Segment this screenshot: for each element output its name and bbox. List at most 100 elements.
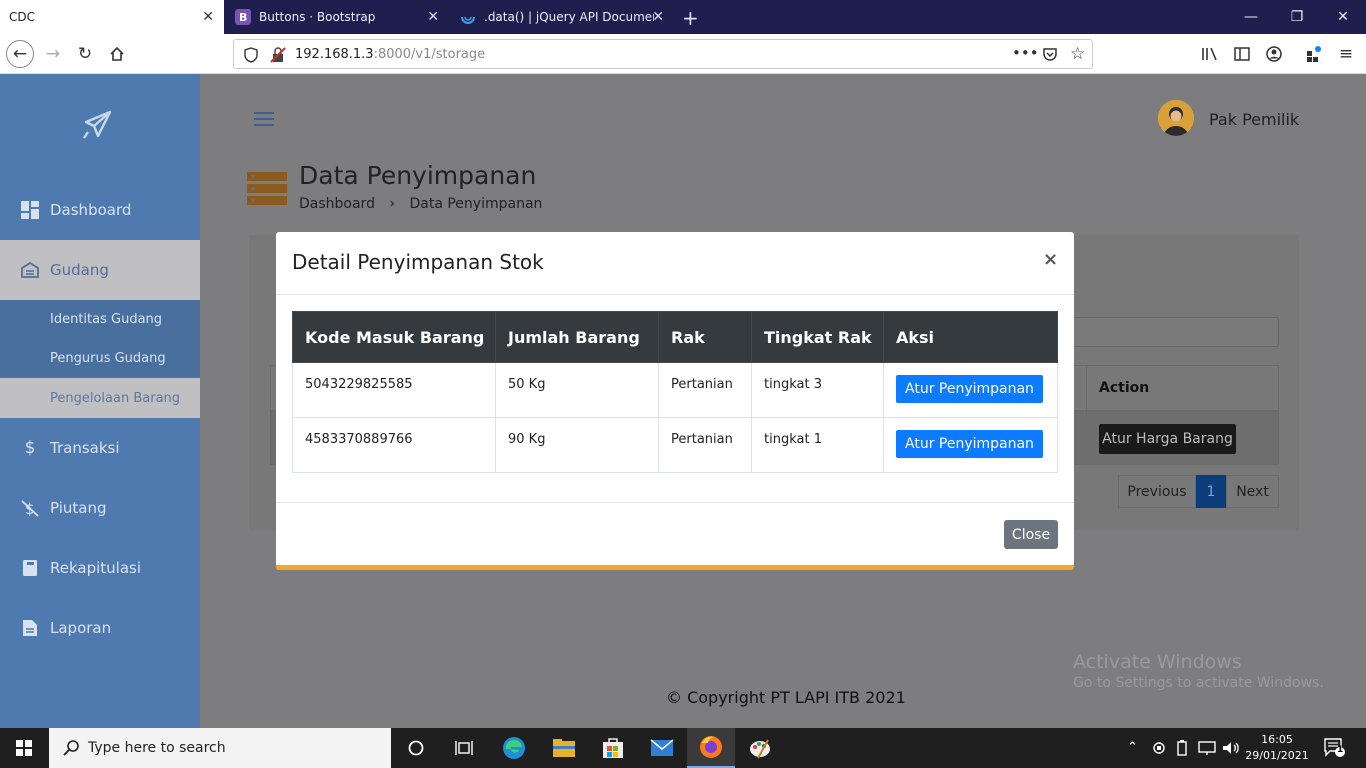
table-header-row: Kode Masuk Barang Jumlah Barang Rak Ting… [292,311,1058,363]
modal-close-icon[interactable]: × [1043,249,1058,270]
copyright: © Copyright PT LAPI ITB 2021 [666,688,906,707]
minimize-icon[interactable]: — [1228,0,1274,34]
column-divider [1086,365,1087,465]
column-header: Aksi [883,311,1058,363]
tab-bootstrap[interactable]: B Buttons · Bootstrap ✕ [225,0,449,34]
page-title: Data Penyimpanan [299,161,537,190]
network-status-icon[interactable] [1152,740,1166,756]
submenu-item-pengurus-gudang[interactable]: Pengurus Gudang [50,351,166,366]
table-row: 5043229825585 50 Kg Pertanian tingkat 3 … [292,362,1058,418]
clock-time: 16:05 [1261,733,1293,746]
dashboard-icon [20,200,40,220]
column-header-action: Action [1099,380,1150,396]
new-tab-icon[interactable]: + [682,6,699,30]
sidebar-item-label: Rekapitulasi [50,559,142,577]
account-icon[interactable] [1263,43,1285,65]
stock-detail-table: Kode Masuk Barang Jumlah Barang Rak Ting… [292,311,1058,473]
manage-storage-button[interactable]: Atur Penyimpanan [896,430,1043,458]
close-tab-icon[interactable]: ✕ [427,9,439,25]
restore-icon[interactable]: ❐ [1274,0,1320,34]
submenu-item-pengelolaan-barang[interactable]: Pengelolaan Barang [50,391,180,406]
browser-nav-bar: ← → ↻ 192.168.1.3:8000/v1/storage ••• ☆ … [0,34,1366,74]
notifications-icon[interactable]: 1 [1324,738,1346,758]
notification-count: 1 [1337,745,1344,755]
manage-storage-button[interactable]: Atur Penyimpanan [896,375,1043,403]
display-icon[interactable] [1198,740,1216,756]
window-close-icon[interactable]: ✕ [1320,0,1366,34]
extensions-icon[interactable] [1303,43,1325,65]
menu-icon[interactable]: ≡ [1335,43,1357,65]
sidebar-toggle-icon[interactable] [1231,43,1253,65]
battery-icon[interactable] [1176,740,1188,756]
edge-icon[interactable] [490,728,538,768]
close-button[interactable]: Close [1004,520,1058,549]
activate-windows-watermark: Activate Windows Go to Settings to activ… [1073,651,1324,691]
home-icon[interactable] [106,43,128,65]
rocket-logo-icon[interactable] [80,108,116,144]
submenu-item-identitas-gudang[interactable]: Identitas Gudang [50,312,162,327]
windows-start-icon[interactable] [0,728,48,768]
pocket-icon[interactable] [1042,46,1058,62]
taskbar-search-input[interactable]: Type here to search [49,728,391,768]
url-text: 192.168.1.3:8000/v1/storage [295,47,486,62]
watermark-subtitle: Go to Settings to activate Windows. [1073,675,1324,691]
cortana-icon[interactable] [392,728,440,768]
hamburger-menu-icon[interactable] [254,112,274,130]
more-actions-icon[interactable]: ••• [1012,44,1039,62]
back-icon[interactable]: ← [6,40,34,68]
search-input[interactable] [1057,317,1279,347]
sidebar-item-laporan[interactable]: Laporan [0,598,200,658]
insecure-lock-icon[interactable] [270,47,286,63]
taskbar-clock[interactable]: 16:05 29/01/2021 [1244,732,1310,764]
task-view-icon[interactable] [440,728,488,768]
file-explorer-icon[interactable] [540,728,588,768]
paint-icon[interactable] [736,728,784,768]
tab-title: CDC [9,10,35,24]
microsoft-store-icon[interactable] [589,728,637,768]
column-header: Jumlah Barang [495,311,659,363]
pagination-page[interactable]: 1 [1196,475,1226,508]
volume-icon[interactable] [1222,740,1240,756]
jquery-favicon-icon [460,9,476,25]
storage-icon [247,172,287,206]
mail-icon[interactable] [638,728,686,768]
sidebar-item-piutang[interactable]: $ Piutang [0,478,200,538]
username[interactable]: Pak Pemilik [1209,110,1299,129]
cell-rak: Pertanian [658,362,752,418]
pagination-next[interactable]: Next [1226,475,1279,508]
avatar[interactable] [1158,100,1194,136]
table-row: 4583370889766 90 Kg Pertanian tingkat 1 … [292,417,1058,473]
forward-icon[interactable]: → [42,43,64,65]
search-placeholder: Type here to search [88,740,226,756]
pagination-previous[interactable]: Previous [1118,475,1196,508]
bookmark-star-icon[interactable]: ☆ [1070,44,1085,64]
cell-aksi: Atur Penyimpanan [883,362,1058,418]
cell-rak: Pertanian [658,417,752,473]
set-price-button[interactable]: Atur Harga Barang [1099,424,1236,454]
breadcrumb: Dashboard › Data Penyimpanan [299,196,542,212]
sidebar-item-transaksi[interactable]: $ Transaksi [0,418,200,478]
tab-cdc[interactable]: CDC ✕ [0,0,224,34]
storage-detail-modal: Detail Penyimpanan Stok × Kode Masuk Bar… [276,232,1074,570]
breadcrumb-dashboard[interactable]: Dashboard [299,196,375,212]
close-tab-icon[interactable]: ✕ [652,9,664,25]
shield-icon[interactable] [244,47,258,63]
column-header: Rak [658,311,752,363]
cell-jumlah: 90 Kg [495,417,659,473]
address-bar[interactable]: 192.168.1.3:8000/v1/storage ••• ☆ [233,39,1093,69]
sidebar-item-gudang[interactable]: Gudang [0,240,200,300]
modal-footer-divider [276,502,1074,503]
sidebar-item-dashboard[interactable]: Dashboard [0,180,200,240]
tab-title: .data() | jQuery API Documenta [484,10,654,24]
show-hidden-icons-icon[interactable]: ⌃ [1127,740,1138,755]
firefox-icon[interactable] [687,728,735,768]
reload-icon[interactable]: ↻ [74,43,96,65]
close-tab-icon[interactable]: ✕ [202,9,214,25]
warehouse-icon [20,260,40,280]
sidebar-item-rekapitulasi[interactable]: Rekapitulasi [0,538,200,598]
library-icon[interactable] [1199,43,1221,65]
cell-tingkat: tingkat 1 [751,417,884,473]
sidebar-item-label: Transaksi [50,439,120,457]
tab-jquery[interactable]: .data() | jQuery API Documenta ✕ [450,0,674,34]
tab-title: Buttons · Bootstrap [259,10,376,24]
